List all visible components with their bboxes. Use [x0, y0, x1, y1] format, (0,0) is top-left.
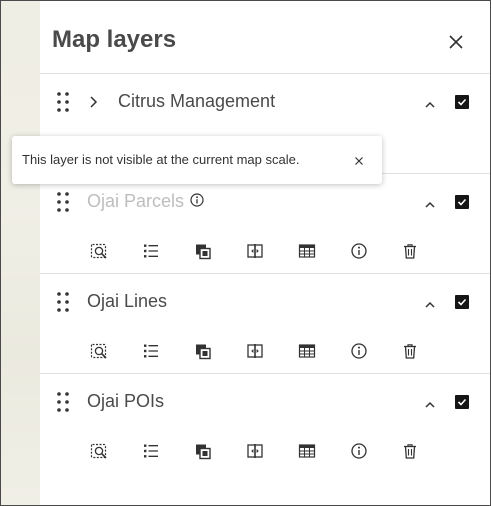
checkmark-icon — [457, 198, 467, 206]
drag-handle[interactable] — [56, 291, 70, 313]
trash-button[interactable] — [400, 241, 420, 261]
layer-name[interactable]: Citrus Management — [118, 91, 275, 112]
attribute-table-icon — [298, 444, 316, 458]
info-icon — [351, 443, 367, 459]
trash-button[interactable] — [400, 441, 420, 461]
layers-copy-button[interactable] — [193, 341, 213, 361]
out-of-scale-info-button[interactable] — [190, 193, 204, 207]
layer-actions — [40, 340, 491, 362]
trash-icon — [404, 444, 416, 459]
zoom-to-icon — [90, 443, 107, 459]
trash-icon — [404, 244, 416, 259]
drag-handle-icon — [57, 292, 69, 312]
layer-name[interactable]: Ojai POIs — [87, 391, 164, 412]
chevron-up-icon — [425, 301, 435, 308]
legend-list-button[interactable] — [141, 241, 161, 261]
drag-handle[interactable] — [56, 91, 70, 113]
legend-list-button[interactable] — [141, 441, 161, 461]
map-background[interactable] — [0, 0, 40, 506]
checkmark-icon — [457, 98, 467, 106]
drag-handle-icon — [57, 92, 69, 112]
swipe-compare-button[interactable] — [245, 441, 265, 461]
trash-button[interactable] — [400, 341, 420, 361]
swipe-compare-button[interactable] — [245, 341, 265, 361]
panel-header: Map layers — [40, 0, 491, 74]
drag-handle-icon — [57, 192, 69, 212]
zoom-to-button[interactable] — [89, 341, 109, 361]
collapse-actions-button[interactable] — [423, 397, 437, 408]
layers-copy-button[interactable] — [193, 441, 213, 461]
collapse-actions-button[interactable] — [423, 97, 437, 108]
layer-name[interactable]: Ojai Lines — [87, 291, 167, 312]
layer-row-ojai-lines: Ojai Lines — [40, 274, 491, 374]
chevron-up-icon — [425, 401, 435, 408]
info-icon — [351, 343, 367, 359]
legend-list-icon — [144, 444, 158, 458]
info-button[interactable] — [349, 241, 369, 261]
close-icon — [449, 35, 463, 49]
drag-handle[interactable] — [56, 391, 70, 413]
layers-copy-icon — [196, 344, 211, 360]
attribute-table-icon — [298, 244, 316, 258]
legend-list-icon — [144, 344, 158, 358]
layer-row-ojai-parcels: Ojai Parcels — [40, 174, 491, 274]
trash-icon — [404, 344, 416, 359]
zoom-to-icon — [90, 243, 107, 259]
layer-visibility-checkbox[interactable] — [455, 295, 469, 309]
drag-handle-icon — [57, 392, 69, 412]
info-button[interactable] — [349, 341, 369, 361]
chevron-up-icon — [425, 101, 435, 108]
attribute-table-button[interactable] — [297, 241, 317, 261]
checkmark-icon — [457, 398, 467, 406]
legend-list-button[interactable] — [141, 341, 161, 361]
info-button[interactable] — [349, 441, 369, 461]
collapse-actions-button[interactable] — [423, 297, 437, 308]
tooltip-close-button[interactable] — [353, 154, 365, 166]
layer-visibility-checkbox[interactable] — [455, 395, 469, 409]
zoom-to-button[interactable] — [89, 241, 109, 261]
info-icon — [351, 243, 367, 259]
expand-button[interactable] — [88, 95, 98, 109]
layers-copy-icon — [196, 444, 211, 460]
drag-handle[interactable] — [56, 191, 70, 213]
legend-list-icon — [144, 244, 158, 258]
swipe-compare-icon — [247, 244, 263, 258]
layer-visibility-checkbox[interactable] — [455, 95, 469, 109]
layer-actions — [40, 440, 491, 462]
layer-actions — [40, 240, 491, 262]
zoom-to-icon — [90, 343, 107, 359]
info-icon — [190, 193, 204, 207]
layers-copy-icon — [196, 244, 211, 260]
chevron-right-icon — [90, 96, 98, 108]
chevron-up-icon — [425, 201, 435, 208]
map-layers-panel: Map layers Citrus Management Ojai Parcel… — [40, 0, 491, 506]
layers-copy-button[interactable] — [193, 241, 213, 261]
layer-name[interactable]: Ojai Parcels — [87, 191, 184, 212]
swipe-compare-icon — [247, 444, 263, 458]
checkmark-icon — [457, 298, 467, 306]
attribute-table-button[interactable] — [297, 341, 317, 361]
layer-visibility-checkbox[interactable] — [455, 195, 469, 209]
attribute-table-icon — [298, 344, 316, 358]
swipe-compare-icon — [247, 344, 263, 358]
close-panel-button[interactable] — [444, 30, 468, 54]
close-icon — [355, 157, 363, 165]
collapse-actions-button[interactable] — [423, 197, 437, 208]
zoom-to-button[interactable] — [89, 441, 109, 461]
layer-row-ojai-pois: Ojai POIs — [40, 374, 491, 474]
attribute-table-button[interactable] — [297, 441, 317, 461]
swipe-compare-button[interactable] — [245, 241, 265, 261]
panel-title: Map layers — [52, 26, 177, 53]
tooltip-text: This layer is not visible at the current… — [22, 152, 300, 167]
scale-warning-tooltip: This layer is not visible at the current… — [12, 136, 382, 184]
